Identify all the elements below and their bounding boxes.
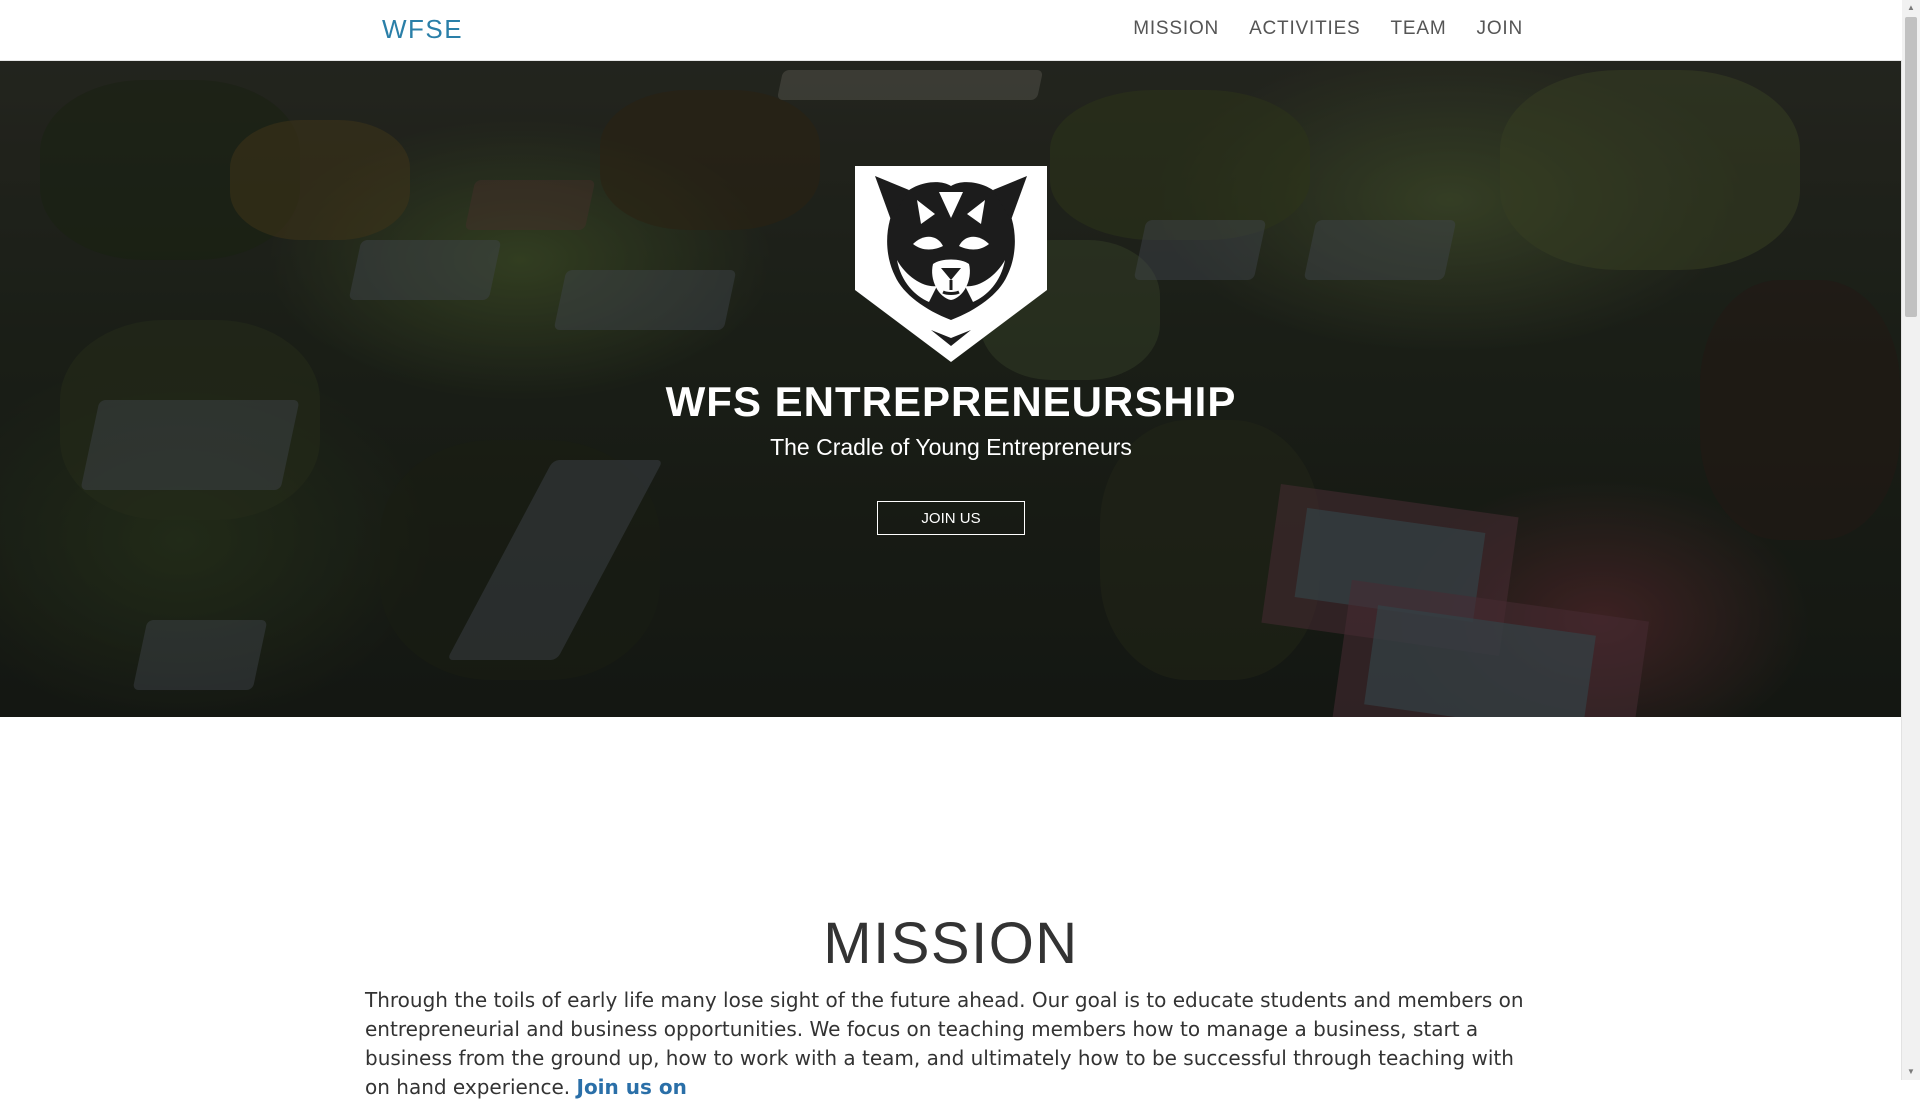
hero-subtitle: The Cradle of Young Entrepreneurs bbox=[770, 434, 1132, 460]
hero-banner: WFS ENTREPRENEURSHIP The Cradle of Young… bbox=[0, 60, 1902, 717]
mission-body-text: Through the toils of early life many los… bbox=[365, 988, 1524, 1099]
tiger-shield-logo-icon bbox=[851, 160, 1051, 364]
top-navbar: WFSE MISSION ACTIVITIES TEAM JOIN bbox=[0, 0, 1902, 61]
join-us-button[interactable]: JOIN US bbox=[877, 501, 1025, 535]
nav-link-mission[interactable]: MISSION bbox=[1133, 18, 1219, 40]
nav-link-team[interactable]: TEAM bbox=[1391, 18, 1447, 40]
hero-title: WFS ENTREPRENEURSHIP bbox=[665, 378, 1237, 425]
scroll-down-arrow-icon[interactable]: ▼ bbox=[1902, 1064, 1920, 1080]
scrollbar-thumb[interactable] bbox=[1905, 17, 1917, 317]
hero-content: WFS ENTREPRENEURSHIP The Cradle of Young… bbox=[0, 60, 1902, 717]
nav-menu: MISSION ACTIVITIES TEAM JOIN bbox=[1133, 18, 1523, 40]
vertical-scrollbar[interactable]: ▲ ▼ bbox=[1901, 0, 1920, 1080]
brand-logo-link[interactable]: WFSE bbox=[382, 14, 463, 45]
scroll-up-arrow-icon[interactable]: ▲ bbox=[1902, 0, 1920, 16]
join-us-link[interactable]: Join us on bbox=[577, 1075, 687, 1099]
nav-link-join[interactable]: JOIN bbox=[1477, 18, 1523, 40]
mission-paragraph: Through the toils of early life many los… bbox=[365, 986, 1545, 1102]
nav-link-activities[interactable]: ACTIVITIES bbox=[1249, 18, 1360, 40]
mission-heading: MISSION bbox=[823, 911, 1079, 976]
